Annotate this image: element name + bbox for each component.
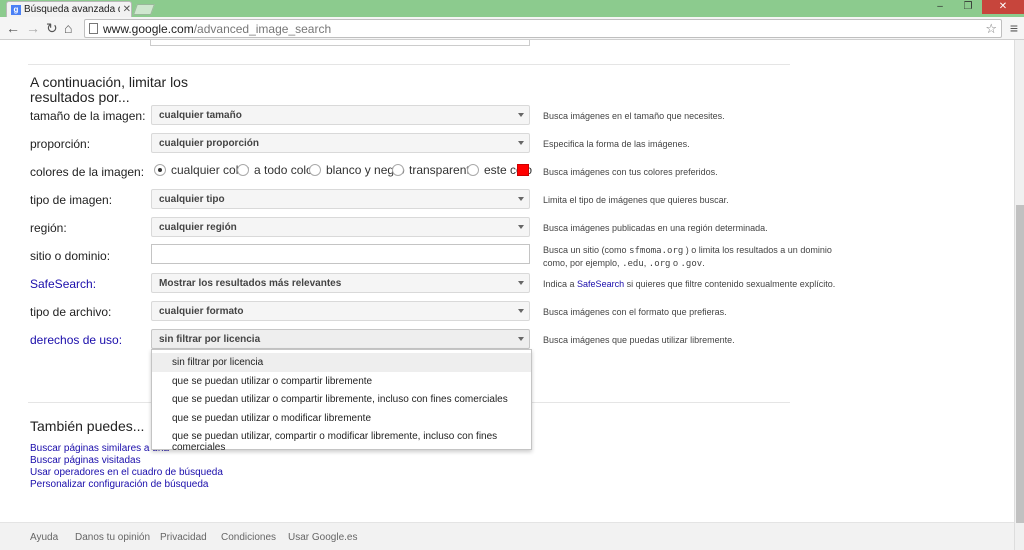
chevron-down-icon (518, 225, 524, 229)
address-bar[interactable]: www.google.com/advanced_image_search ☆ (84, 19, 1002, 38)
safesearch-select[interactable]: Mostrar los resultados más relevantes (151, 273, 530, 293)
chrome-menu-icon[interactable]: ≡ (1010, 20, 1018, 36)
chevron-down-icon (518, 281, 524, 285)
chevron-down-icon (518, 141, 524, 145)
radio-transparent[interactable]: transparente (392, 163, 476, 177)
image-size-select[interactable]: cualquier tamaño (151, 105, 530, 125)
radio-button[interactable] (237, 164, 249, 176)
page-footer: Ayuda Danos tu opinión Privacidad Condic… (0, 522, 1014, 550)
search-operators-link[interactable]: Usar operadores en el cuadro de búsqueda (30, 467, 223, 478)
also-section-heading: También puedes... (30, 418, 145, 434)
back-arrow-icon[interactable]: ← (6, 20, 20, 36)
footer-google-es-link[interactable]: Usar Google.es (288, 532, 357, 543)
close-tab-icon[interactable]: ✕ (123, 4, 131, 15)
radio-full-color[interactable]: a todo color (237, 163, 317, 177)
dropdown-option[interactable]: que se puedan utilizar, compartir o modi… (152, 427, 531, 453)
url-text[interactable]: www.google.com/advanced_image_search (103, 22, 331, 36)
usage-rights-link[interactable]: derechos de uso: (30, 333, 122, 347)
section-divider (28, 64, 790, 65)
region-label: región: (30, 221, 67, 235)
footer-help-link[interactable]: Ayuda (30, 532, 58, 543)
radio-any-color[interactable]: cualquier color (154, 163, 249, 177)
usage-rights-select[interactable]: sin filtrar por licencia (151, 329, 530, 349)
chevron-down-icon (518, 197, 524, 201)
site-domain-input[interactable] (151, 244, 530, 264)
window-close-icon[interactable]: ✕ (982, 0, 1024, 14)
dropdown-option[interactable]: sin filtrar por licencia (152, 353, 531, 372)
bookmark-star-icon[interactable]: ☆ (985, 21, 997, 37)
window-controls: ‒ ❐ ✕ (926, 0, 1024, 14)
google-favicon-icon: g (11, 4, 21, 15)
safesearch-help: Indica a SafeSearch si quieres que filtr… (543, 279, 836, 289)
new-tab-button[interactable] (132, 4, 156, 15)
image-type-select[interactable]: cualquier tipo (151, 189, 530, 209)
footer-terms-link[interactable]: Condiciones (221, 532, 276, 543)
image-size-help: Busca imágenes en el tamaño que necesite… (543, 111, 725, 121)
image-type-label: tipo de imagen: (30, 193, 113, 207)
dropdown-option[interactable]: que se puedan utilizar o compartir libre… (152, 372, 531, 391)
usage-rights-help: Busca imágenes que puedas utilizar libre… (543, 335, 735, 345)
title-bar: g Búsqueda avanzada de im ✕ ‒ ❐ ✕ (0, 0, 1024, 17)
limit-section-heading: A continuación, limitar los resultados p… (30, 74, 188, 105)
browser-tab[interactable]: g Búsqueda avanzada de im ✕ (6, 1, 132, 17)
aspect-ratio-select[interactable]: cualquier proporción (151, 133, 530, 153)
search-settings-link[interactable]: Personalizar configuración de búsqueda (30, 479, 208, 490)
radio-black-white[interactable]: blanco y negro (309, 163, 405, 177)
color-swatch[interactable] (517, 164, 529, 176)
footer-privacy-link[interactable]: Privacidad (160, 532, 207, 543)
tab-title: Búsqueda avanzada de im (23, 4, 120, 15)
radio-button[interactable] (392, 164, 404, 176)
minimize-icon[interactable]: ‒ (926, 0, 954, 14)
home-icon[interactable]: ⌂ (64, 20, 72, 36)
chevron-down-icon (518, 337, 524, 341)
site-domain-label: sitio o dominio: (30, 249, 111, 263)
site-domain-help: Busca un sitio (como sfmoma.org ) o limi… (543, 245, 832, 269)
vertical-scrollbar[interactable] (1014, 40, 1024, 550)
reload-icon[interactable]: ↻ (46, 20, 58, 37)
chevron-down-icon (518, 309, 524, 313)
image-type-help: Limita el tipo de imágenes que quieres b… (543, 195, 729, 205)
region-help: Busca imágenes publicadas en una región … (543, 223, 768, 233)
scrollbar-thumb[interactable] (1016, 205, 1024, 523)
previous-field-cutoff (150, 40, 530, 46)
aspect-ratio-help: Especifica la forma de las imágenes. (543, 139, 690, 149)
radio-button-checked[interactable] (154, 164, 166, 176)
file-type-help: Busca imágenes con el formato que prefie… (543, 307, 727, 317)
image-colors-label: colores de la imagen: (30, 165, 145, 179)
safesearch-help-link[interactable]: SafeSearch (577, 279, 624, 289)
dropdown-option[interactable]: que se puedan utilizar o modificar libre… (152, 409, 531, 428)
usage-rights-dropdown: sin filtrar por licencia que se puedan u… (151, 349, 532, 453)
similar-pages-link[interactable]: Buscar páginas similares a una (30, 443, 169, 454)
radio-button[interactable] (309, 164, 321, 176)
aspect-ratio-label: proporción: (30, 137, 91, 151)
dropdown-option[interactable]: que se puedan utilizar o compartir libre… (152, 390, 531, 409)
footer-feedback-link[interactable]: Danos tu opinión (75, 532, 150, 543)
region-select[interactable]: cualquier región (151, 217, 530, 237)
file-type-select[interactable]: cualquier formato (151, 301, 530, 321)
radio-button[interactable] (467, 164, 479, 176)
image-size-label: tamaño de la imagen: (30, 109, 146, 123)
maximize-icon[interactable]: ❐ (954, 0, 982, 14)
file-type-label: tipo de archivo: (30, 305, 112, 319)
visited-pages-link[interactable]: Buscar páginas visitadas (30, 455, 141, 466)
safesearch-link[interactable]: SafeSearch: (30, 277, 96, 291)
image-colors-help: Busca imágenes con tus colores preferido… (543, 167, 718, 177)
browser-toolbar: ← → ↻ ⌂ www.google.com/advanced_image_se… (0, 17, 1024, 40)
forward-arrow-icon[interactable]: → (26, 20, 40, 36)
chevron-down-icon (518, 113, 524, 117)
page-icon (89, 23, 98, 34)
